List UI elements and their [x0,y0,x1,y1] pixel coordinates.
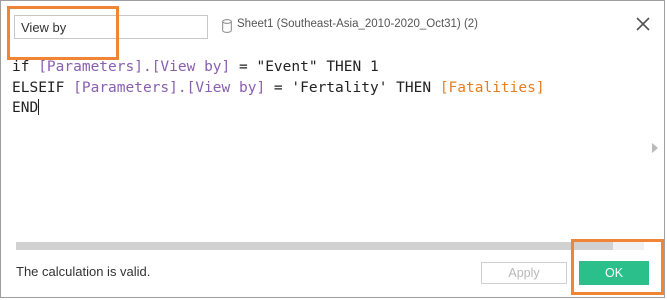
database-icon [222,19,232,33]
calculation-dialog: Sheet1 (Southeast-Asia_2010-2020_Oct31) … [0,0,665,298]
triangle-right-icon[interactable] [652,143,658,153]
code-line-2: ELSEIF [Parameters].[View by] = 'Fertali… [12,78,645,99]
string-literal: 'Fertality' [291,79,388,96]
code-line-1: if [Parameters].[View by] = "Event" THEN… [12,57,645,78]
text-cursor [38,99,40,115]
operator: = [239,59,248,75]
horizontal-scrollbar-thumb[interactable] [16,242,613,250]
string-literal: "Event" [256,59,318,75]
operator: = [273,79,283,96]
code-line-3: END [12,98,645,119]
datasource-label: Sheet1 (Southeast-Asia_2010-2020_Oct31) … [237,18,479,30]
keyword-end: END [12,100,39,116]
apply-button[interactable]: Apply [481,262,567,284]
number-literal: 1 [369,59,379,75]
keyword-then: THEN [396,79,432,96]
keyword-if: if [12,59,30,75]
parameter-reference: [Parameters].[View by] [73,79,266,96]
validation-status: The calculation is valid. [16,264,151,279]
ok-button-highlight [571,239,664,295]
name-field-highlight [7,6,119,60]
parameter-reference: [Parameters].[View by] [38,59,231,75]
close-icon[interactable] [634,15,652,33]
formula-editor[interactable]: if [Parameters].[View by] = "Event" THEN… [12,57,645,243]
keyword-elseif: ELSEIF [12,79,65,96]
field-reference: [Fatalities] [439,79,545,96]
keyword-then: THEN [326,59,362,75]
